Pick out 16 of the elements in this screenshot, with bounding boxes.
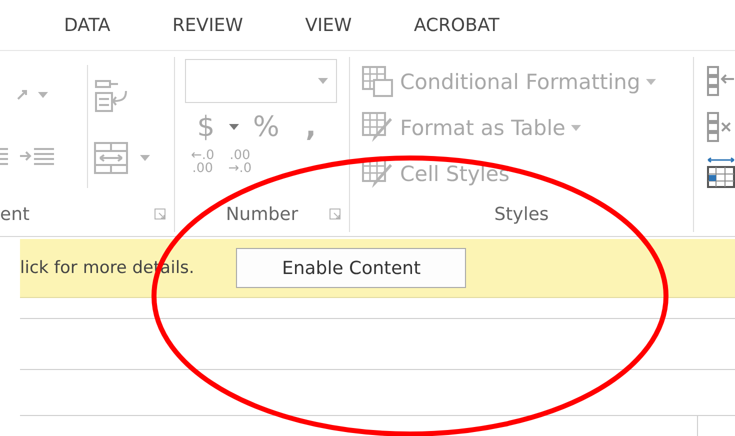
caret-icon — [571, 125, 582, 131]
ribbon-tab[interactable]: DATA — [64, 14, 110, 36]
caret-icon — [140, 154, 150, 161]
group-label: Styles — [494, 204, 549, 224]
caret-icon — [646, 79, 656, 85]
conditional-format-icon — [362, 66, 394, 98]
ribbon-tab[interactable]: ACROBAT — [414, 14, 500, 36]
table-brush-icon — [362, 158, 394, 190]
caret-icon — [318, 78, 328, 84]
table-brush-icon — [362, 112, 394, 144]
group-label: Number — [226, 204, 298, 224]
ribbon-tab[interactable]: VIEW — [305, 14, 352, 36]
group-label: ent — [0, 204, 30, 224]
caret-icon — [228, 124, 239, 130]
ribbon-tab[interactable]: REVIEW — [172, 14, 244, 36]
enable-content-button[interactable]: Enable Content — [236, 248, 466, 288]
